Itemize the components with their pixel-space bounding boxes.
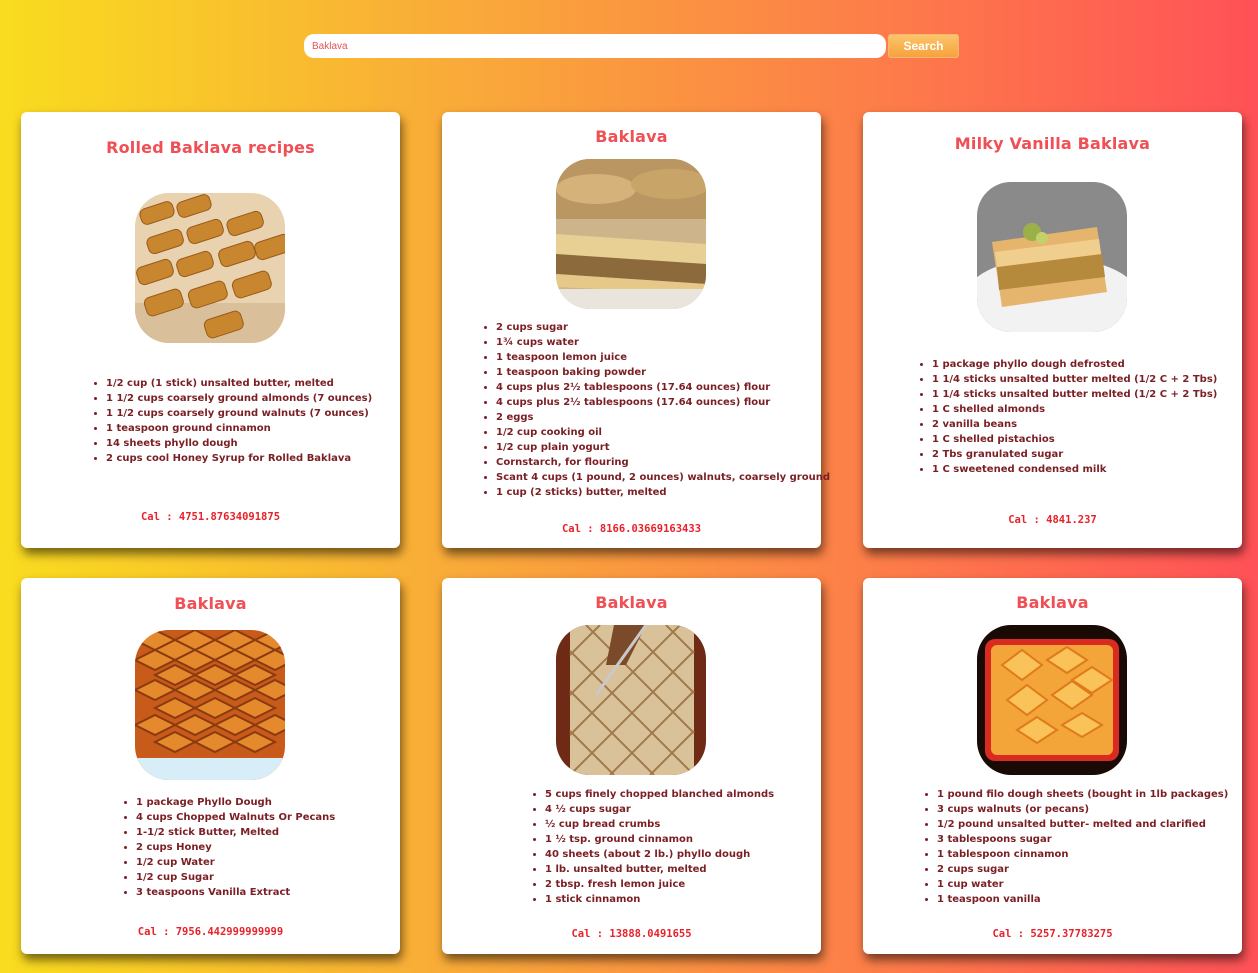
ingredient-item: 2 cups Honey (136, 840, 335, 855)
ingredient-item: Scant 4 cups (1 pound, 2 ounces) walnuts… (496, 470, 830, 485)
ingredient-list: 1 pound filo dough sheets (bought in 1lb… (921, 787, 1228, 907)
search-input[interactable] (304, 34, 886, 58)
calorie-count: Cal : 13888.0491655 (571, 928, 692, 940)
ingredient-item: 2 cups sugar (937, 862, 1228, 877)
recipe-title: Rolled Baklava recipes (106, 138, 315, 157)
calorie-count: Cal : 4841.237 (1008, 514, 1097, 526)
ingredient-item: 3 teaspoons Vanilla Extract (136, 885, 335, 900)
ingredient-item: 1 teaspoon baking powder (496, 365, 830, 380)
recipe-card: Milky Vanilla Baklava 1 package phyllo d… (863, 112, 1242, 548)
recipe-title: Milky Vanilla Baklava (954, 134, 1151, 153)
ingredient-item: 1 C sweetened condensed milk (932, 462, 1217, 477)
ingredient-item: 1 C shelled almonds (932, 402, 1217, 417)
ingredient-item: 1 C shelled pistachios (932, 432, 1217, 447)
recipe-title: Baklava (174, 594, 247, 613)
recipe-card: Baklava 2 cups sugar 1¾ cups water 1 tea… (442, 112, 830, 548)
ingredient-item: 4 cups Chopped Walnuts Or Pecans (136, 810, 335, 825)
ingredient-item: 1/2 cup cooking oil (496, 425, 830, 440)
ingredient-item: 1 teaspoon vanilla (937, 892, 1228, 907)
recipe-image (556, 159, 706, 309)
calorie-count: Cal : 8166.03669163433 (561, 523, 702, 535)
ingredient-item: 1 lb. unsalted butter, melted (545, 862, 774, 877)
recipe-title: Baklava (1016, 593, 1089, 612)
ingredient-item: 2 Tbs granulated sugar (932, 447, 1217, 462)
ingredient-item: 1 1/4 sticks unsalted butter melted (1/2… (932, 387, 1217, 402)
calorie-count: Cal : 5257.37783275 (992, 928, 1113, 940)
ingredient-item: 2 vanilla beans (932, 417, 1217, 432)
ingredient-item: 1-1/2 stick Butter, Melted (136, 825, 335, 840)
ingredient-list: 1 package Phyllo Dough 4 cups Chopped Wa… (120, 795, 335, 900)
ingredient-item: 14 sheets phyllo dough (106, 436, 372, 451)
ingredient-item: 4 cups plus 2½ tablespoons (17.64 ounces… (496, 380, 830, 395)
ingredient-item: 2 eggs (496, 410, 830, 425)
ingredient-item: 1 package Phyllo Dough (136, 795, 335, 810)
ingredient-item: 1¾ cups water (496, 335, 830, 350)
ingredient-item: 1/2 pound unsalted butter- melted and cl… (937, 817, 1228, 832)
recipe-image (556, 625, 706, 775)
ingredient-item: 4 ½ cups sugar (545, 802, 774, 817)
ingredient-item: 1/2 cup plain yogurt (496, 440, 830, 455)
recipe-image (135, 630, 285, 780)
ingredient-list: 2 cups sugar 1¾ cups water 1 teaspoon le… (480, 320, 830, 500)
ingredient-item: 1/2 cup Water (136, 855, 335, 870)
ingredient-item: 1 1/2 cups coarsely ground walnuts (7 ou… (106, 406, 372, 421)
recipe-card: Rolled Baklava recipes 1/2 cup ( (21, 112, 400, 548)
recipe-card: Baklava 1 pound filo dough sheets (bough… (863, 578, 1242, 954)
ingredient-item: 1 cup (2 sticks) butter, melted (496, 485, 830, 500)
ingredient-item: 1/2 cup (1 stick) unsalted butter, melte… (106, 376, 372, 391)
ingredient-item: 1/2 cup Sugar (136, 870, 335, 885)
ingredient-item: 1 1/4 sticks unsalted butter melted (1/2… (932, 372, 1217, 387)
ingredient-item: 2 cups sugar (496, 320, 830, 335)
ingredient-list: 1/2 cup (1 stick) unsalted butter, melte… (90, 376, 372, 466)
ingredient-item: 1 ½ tsp. ground cinnamon (545, 832, 774, 847)
recipe-image (977, 182, 1127, 332)
ingredient-list: 5 cups finely chopped blanched almonds 4… (529, 787, 774, 907)
ingredient-item: 1 cup water (937, 877, 1228, 892)
search-button[interactable]: Search (888, 34, 959, 58)
ingredient-item: 1 teaspoon ground cinnamon (106, 421, 372, 436)
ingredient-item: 40 sheets (about 2 lb.) phyllo dough (545, 847, 774, 862)
ingredient-item: 1 tablespoon cinnamon (937, 847, 1228, 862)
calorie-count: Cal : 7956.442999999999 (137, 926, 284, 938)
ingredient-item: 4 cups plus 2½ tablespoons (17.64 ounces… (496, 395, 830, 410)
recipe-card: Baklava • 1 package Phyllo Dough • 4 cup… (21, 578, 400, 954)
recipe-card: Baklava 5 cups finely chopped blanched a… (442, 578, 821, 954)
ingredient-item: 2 tbsp. fresh lemon juice (545, 877, 774, 892)
ingredient-item: 2 cups cool Honey Syrup for Rolled Bakla… (106, 451, 372, 466)
ingredient-item: 1 pound filo dough sheets (bought in 1lb… (937, 787, 1228, 802)
ingredient-item: 3 tablespoons sugar (937, 832, 1228, 847)
ingredient-item: 1 teaspoon lemon juice (496, 350, 830, 365)
ingredient-item: 5 cups finely chopped blanched almonds (545, 787, 774, 802)
recipe-image (135, 193, 285, 343)
ingredient-item: Cornstarch, for flouring (496, 455, 830, 470)
ingredient-item: ½ cup bread crumbs (545, 817, 774, 832)
ingredient-item: 1 stick cinnamon (545, 892, 774, 907)
calorie-count: Cal : 4751.87634091875 (140, 511, 281, 523)
ingredient-item: 1 1/2 cups coarsely ground almonds (7 ou… (106, 391, 372, 406)
recipe-image (977, 625, 1127, 775)
recipe-title: Baklava (595, 127, 668, 146)
ingredient-item: 1 package phyllo dough defrosted (932, 357, 1217, 372)
recipe-title: Baklava (595, 593, 668, 612)
ingredient-item: 3 cups walnuts (or pecans) (937, 802, 1228, 817)
ingredient-list: 1 package phyllo dough defrosted 1 1/4 s… (916, 357, 1217, 477)
